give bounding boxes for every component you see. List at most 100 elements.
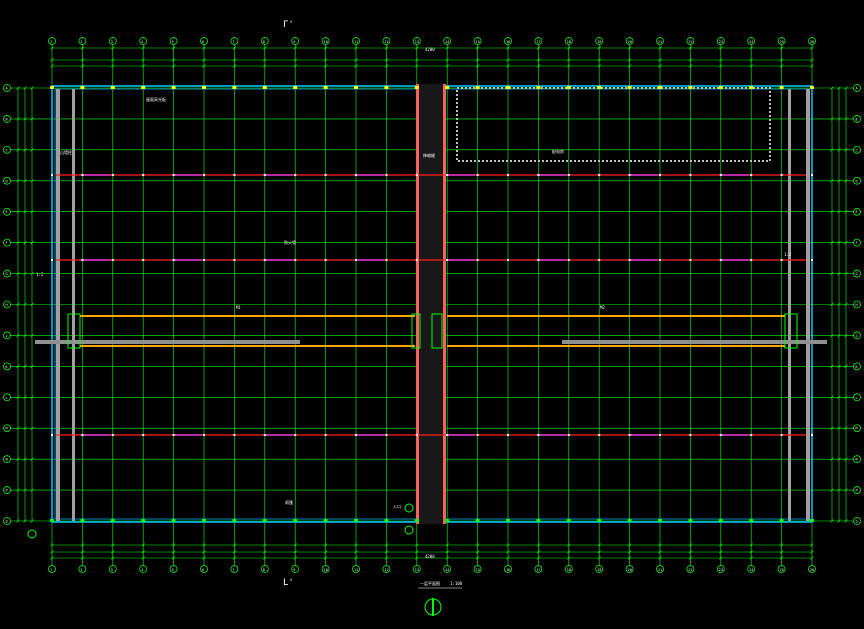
axis-label-side: F (6, 241, 8, 245)
note-mid-col: 伸缩缝 (423, 152, 435, 158)
column-marker (323, 519, 328, 522)
axis-label-side: B (856, 117, 858, 121)
note-side-left: 1:2 (36, 272, 44, 277)
beam-node (476, 434, 479, 436)
beam-node (263, 434, 266, 436)
column-marker (658, 519, 662, 522)
axis-label-top: 25 (780, 40, 784, 44)
axis-label-top: 7 (232, 40, 234, 44)
note-door-right: M2 (600, 305, 605, 310)
beam-node (628, 174, 631, 176)
center-wall-right (443, 84, 446, 524)
beam-node (324, 174, 327, 176)
beam-node (142, 259, 145, 261)
axis-label-bottom: 11 (354, 568, 358, 572)
cad-canvas: 1 2 3 4 5 6 7 8 9 10 11 12 13 14 15 16 17 18 19 20 21 22 23 24 2… (0, 0, 864, 625)
column-marker (718, 519, 723, 522)
column-marker (414, 519, 419, 522)
beam-node (507, 434, 509, 436)
beam-node (415, 174, 418, 176)
beam-node (567, 259, 570, 261)
axis-label-bottom: 14 (445, 568, 449, 572)
column-marker (354, 86, 358, 89)
column-marker (658, 86, 662, 89)
axis-label-side: G (6, 272, 8, 276)
axis-label-side: B (6, 117, 8, 121)
column-marker (749, 86, 754, 89)
column-marker (232, 519, 237, 522)
beam-node (294, 434, 297, 436)
center-joint-fill (419, 84, 443, 524)
column-marker (506, 519, 510, 522)
column-marker (202, 86, 206, 89)
beam-node (233, 174, 236, 176)
axis-label-side: J (6, 334, 8, 338)
column-marker (475, 519, 480, 522)
axis-label-bottom: 9 (293, 568, 295, 572)
beam-node (203, 174, 205, 176)
beam-node (51, 259, 53, 261)
beam-node (750, 259, 753, 261)
beam-node (476, 259, 479, 261)
beam-node (355, 434, 357, 436)
column-marker (262, 86, 267, 89)
note-center: 防火墙 (284, 239, 296, 245)
beam-node (233, 259, 236, 261)
axis-label-side: P (856, 489, 858, 493)
column-marker (597, 86, 602, 89)
axis-label-side: N (856, 458, 858, 462)
axis-label-side: N (6, 458, 8, 462)
column-marker (627, 86, 632, 89)
column-marker (50, 519, 54, 522)
column-marker (384, 519, 389, 522)
beam-node (750, 174, 753, 176)
column-marker (536, 86, 541, 89)
column-marker (323, 86, 328, 89)
beam-node (233, 434, 236, 436)
axis-label-top: 4 (141, 40, 143, 44)
axis-label-bottom: 23 (719, 568, 723, 572)
note-side-right: 1:2 (784, 252, 792, 257)
axis-label-top: 23 (719, 40, 723, 44)
axis-label-bottom: 20 (628, 568, 632, 572)
column-marker (779, 519, 784, 522)
beam-node (537, 174, 540, 176)
axis-label-side: Q (6, 520, 8, 524)
axis-label-top: 11 (354, 40, 358, 44)
column-marker (232, 86, 237, 89)
column-marker (536, 519, 541, 522)
axis-label-top: 13 (415, 40, 419, 44)
axis-label-top: 10 (324, 40, 328, 44)
beam-node (385, 259, 388, 261)
axis-label-bottom: 7 (232, 568, 234, 572)
beam-node (659, 174, 661, 176)
column-marker (141, 519, 146, 522)
note-door-left: M1 (236, 305, 241, 310)
axis-label-top: 21 (658, 40, 662, 44)
beam-node (51, 434, 53, 436)
beam-node (81, 174, 84, 176)
axis-label-side: H (856, 303, 858, 307)
axis-label-bottom: 1 (50, 568, 52, 572)
beam-node (385, 174, 388, 176)
axis-label-side: L (6, 396, 8, 400)
beam-node (111, 434, 114, 436)
axis-label-bottom: 2 (80, 568, 82, 572)
beam-node (780, 259, 783, 261)
beam-node (719, 259, 722, 261)
column-marker (262, 519, 267, 522)
beam-node (415, 434, 418, 436)
axis-label-bottom: 13 (415, 568, 419, 572)
axis-label-bottom: 16 (506, 568, 510, 572)
beam-node (446, 434, 449, 436)
column-marker (110, 86, 115, 89)
axis-label-bottom: 19 (597, 568, 601, 572)
beam-node (172, 174, 175, 176)
column-marker (810, 86, 814, 89)
axis-label-top: 24 (749, 40, 753, 44)
axis-label-side: C (856, 148, 858, 152)
beam-node (689, 259, 692, 261)
beam-node (476, 174, 479, 176)
axis-label-top: 15 (476, 40, 480, 44)
axis-label-top: 2 (80, 40, 82, 44)
